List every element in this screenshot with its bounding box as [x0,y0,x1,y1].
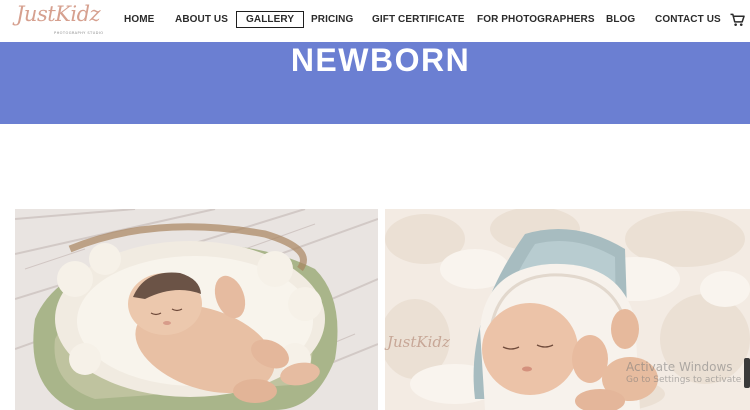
site-logo[interactable]: JustKidz PHOTOGRAPHY STUDIO [14,2,103,38]
top-navbar: JustKidz PHOTOGRAPHY STUDIO HOME ABOUT U… [0,0,750,42]
nav-about-us[interactable]: ABOUT US [175,11,228,29]
nav-for-photographers[interactable]: FOR PHOTOGRAPHERS [477,11,595,29]
logo-script-text: JustKidz [16,2,101,26]
nav-contact-us[interactable]: CONTACT US [655,11,721,29]
activation-title: Activate Windows [626,361,733,374]
cart-icon[interactable] [730,13,745,27]
scrollbar-thumb[interactable] [744,358,750,388]
page-title: NEWBORN [290,42,471,78]
gallery-photo-1[interactable] [15,209,378,410]
nav-pricing[interactable]: PRICING [311,11,353,29]
nav-home[interactable]: HOME [124,11,154,29]
page-hero-banner: NEWBORN [0,42,750,124]
newborn-photo-image-1 [15,209,378,410]
nav-blog[interactable]: BLOG [606,11,635,29]
windows-activation-notice: Activate Windows Go to Settings to activ… [626,361,750,387]
activation-subtitle: Go to Settings to activate Windows. [626,375,750,385]
logo-subtitle: PHOTOGRAPHY STUDIO [54,31,104,35]
photo-watermark-logo: JustKidz [387,333,450,351]
nav-gift-certificate[interactable]: GIFT CERTIFICATE [372,11,465,29]
nav-gallery[interactable]: GALLERY [236,11,305,28]
